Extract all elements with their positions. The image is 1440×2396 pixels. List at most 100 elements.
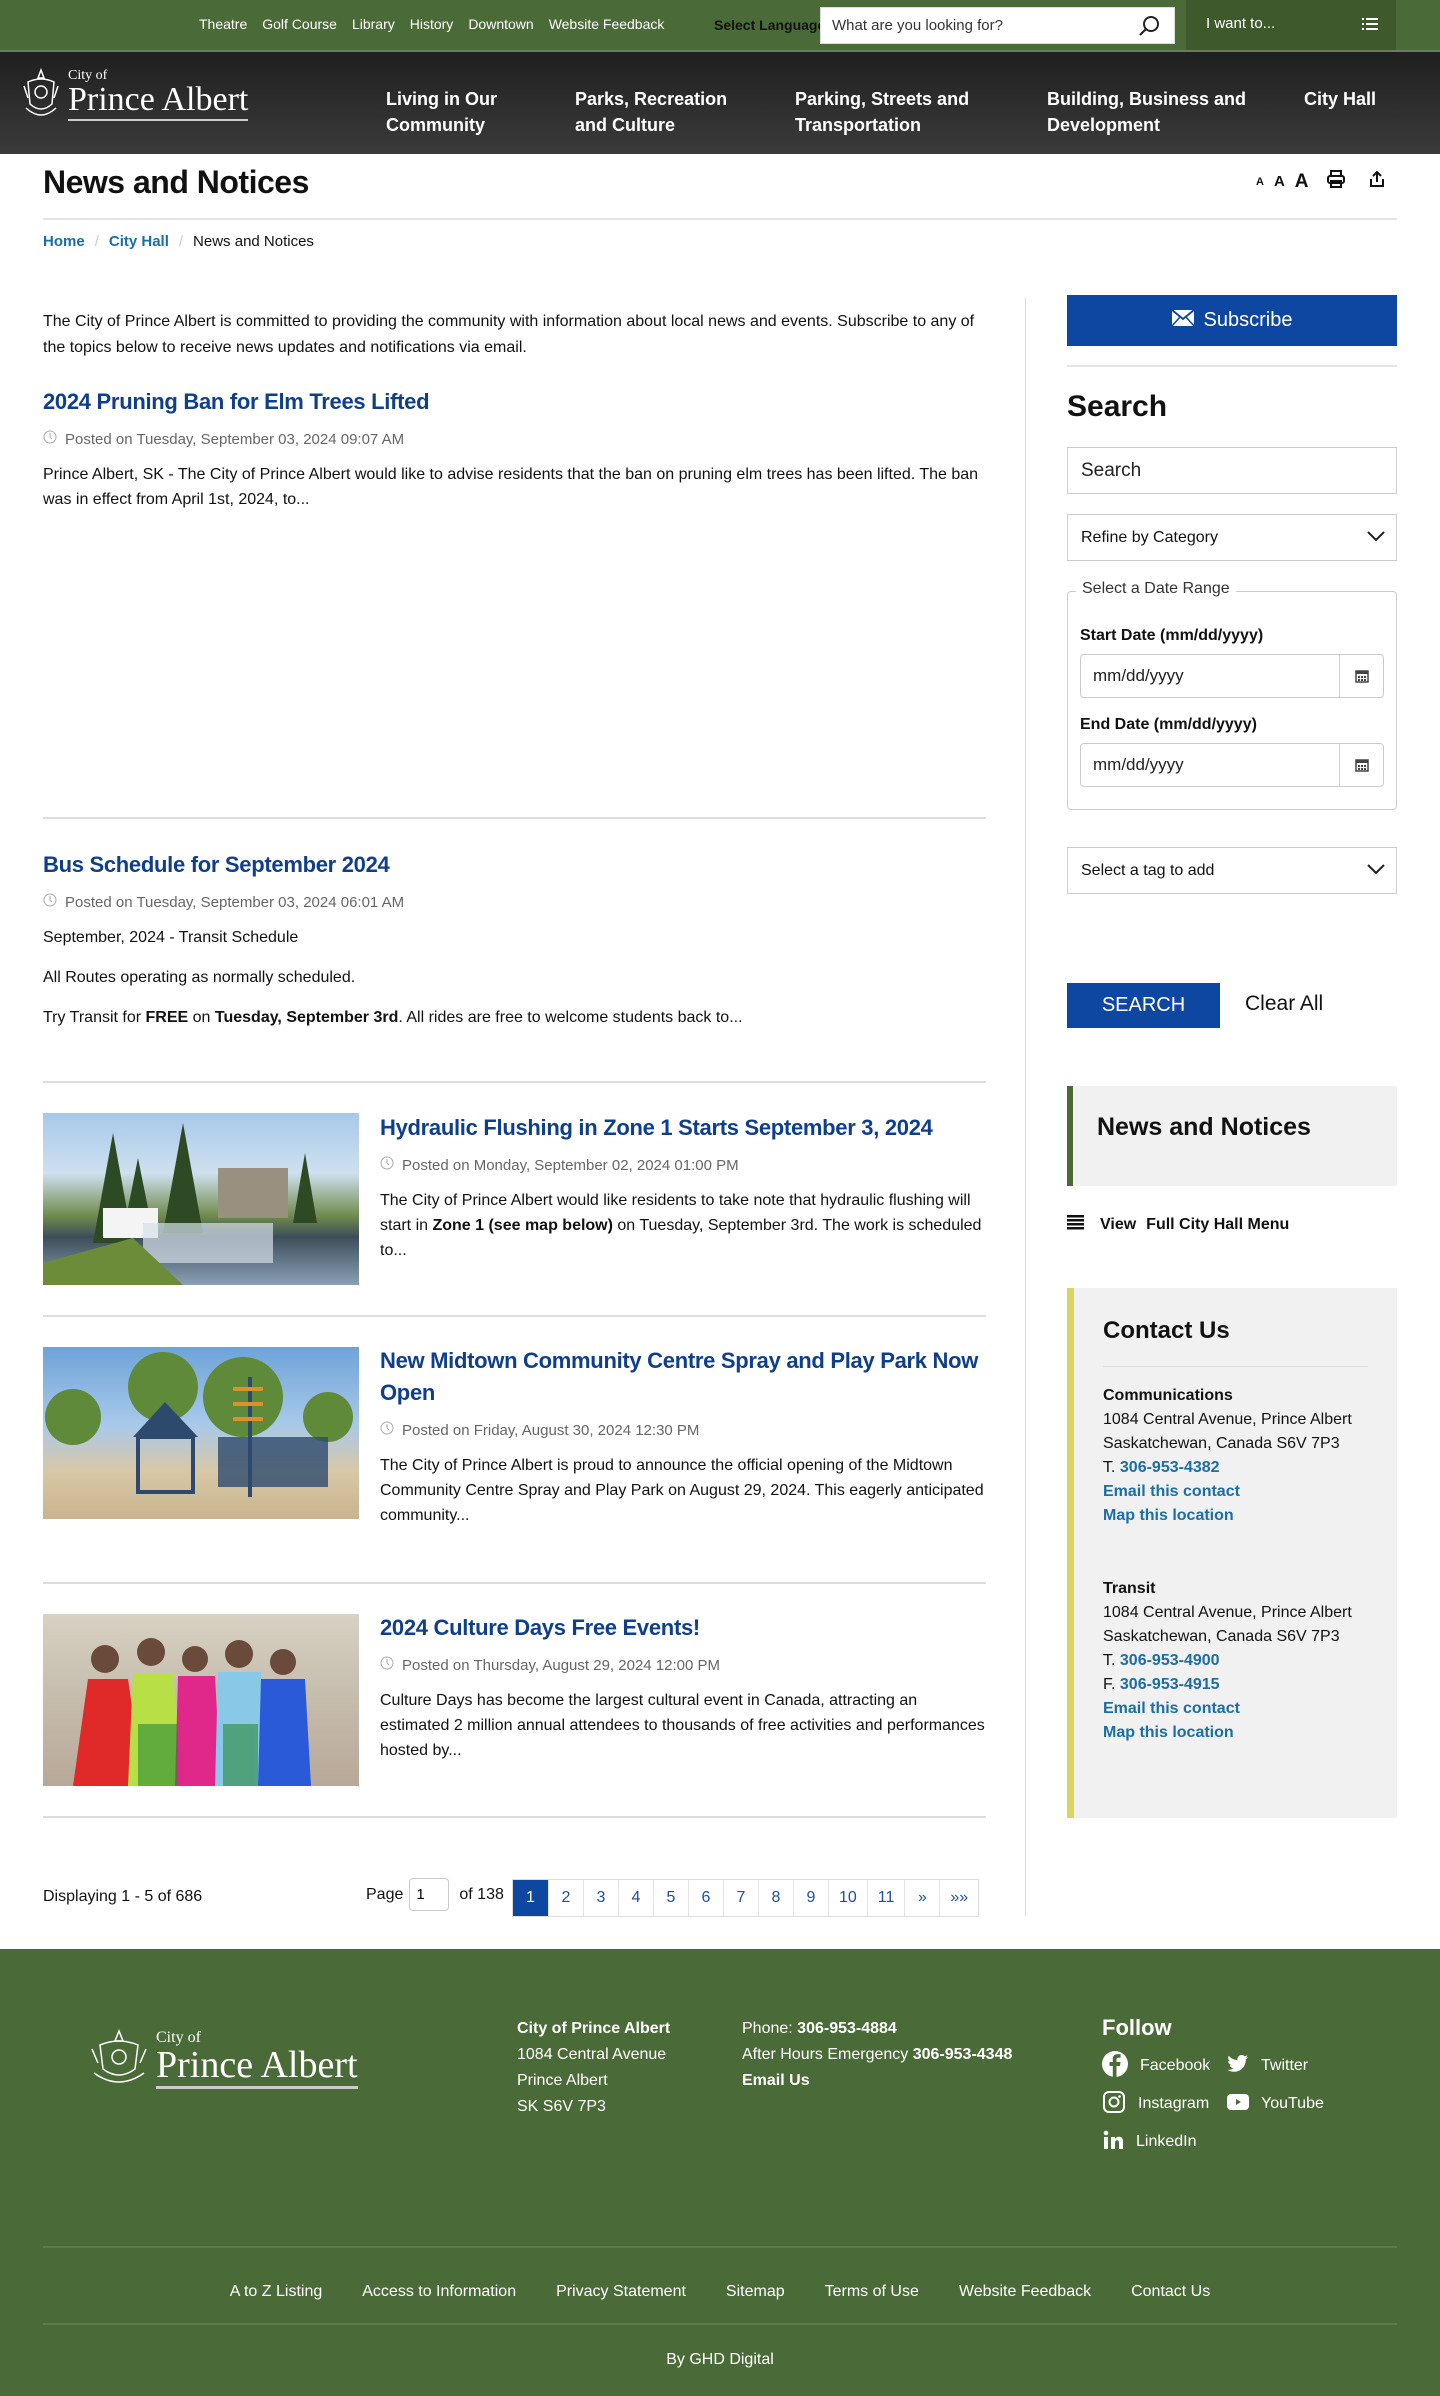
footer-phone[interactable]: 306-953-4884 [797,2020,897,2037]
utility-links: Theatre Golf Course Library History Down… [199,16,679,32]
utility-link-theatre[interactable]: Theatre [199,16,247,32]
contact-name: Communications [1103,1387,1233,1404]
text-size-large-button[interactable]: A [1295,171,1309,193]
breadcrumb-city-hall[interactable]: City Hall [109,233,169,250]
select-language[interactable]: Select Language [714,17,820,33]
footer-link-access-to-information[interactable]: Access to Information [362,2283,516,2301]
page-link[interactable]: 6 [688,1880,723,1916]
utility-link-history[interactable]: History [410,16,454,32]
search-submit-button[interactable]: SEARCH [1067,983,1220,1028]
news-item-summary-line: Try Transit for FREE on Tuesday, Septemb… [43,1009,743,1026]
city-crest-icon [22,67,60,122]
news-item-title[interactable]: New Midtown Community Centre Spray and P… [380,1348,978,1405]
contact-us-panel: Contact Us Communications 1084 Central A… [1067,1288,1397,1818]
utility-link-golf-course[interactable]: Golf Course [262,16,337,32]
search-icon[interactable] [1138,15,1160,42]
contact-email-link[interactable]: Email this contact [1103,1700,1240,1717]
social-youtube[interactable]: YouTube [1227,2091,1347,2117]
news-item-image[interactable] [43,1113,359,1285]
contact-map-link[interactable]: Map this location [1103,1507,1234,1524]
i-want-to-menu[interactable]: I want to... [1186,0,1396,50]
category-select[interactable]: Refine by Category [1067,514,1397,561]
news-item-image[interactable] [43,1614,359,1786]
utility-link-website-feedback[interactable]: Website Feedback [549,16,665,32]
news-item-title[interactable]: Bus Schedule for September 2024 [43,852,390,877]
footer-credit[interactable]: By GHD Digital [0,2351,1440,2369]
utility-link-downtown[interactable]: Downtown [468,16,533,32]
nav-city-hall[interactable]: City Hall [1291,86,1399,160]
social-linkedin[interactable]: LinkedIn [1102,2129,1227,2155]
text-size-medium-button[interactable]: A [1274,173,1285,190]
page-link[interactable]: 4 [618,1880,653,1916]
clock-icon [43,893,57,911]
section-nav-title[interactable]: News and Notices [1097,1113,1311,1142]
start-date-input[interactable] [1081,655,1331,697]
tag-select[interactable]: Select a tag to add [1067,847,1397,894]
contact-phone-link[interactable]: 306-953-4382 [1120,1459,1220,1476]
last-page-button[interactable]: »» [939,1880,978,1916]
news-item-image[interactable] [43,1347,359,1519]
footer-logo[interactable]: City of Prince Albert [88,2028,358,2089]
list-menu-icon [1362,17,1378,35]
page-link[interactable]: 11 [866,1880,905,1916]
page-link[interactable]: 7 [723,1880,758,1916]
page-link[interactable]: 9 [793,1880,828,1916]
next-page-button[interactable]: » [904,1880,939,1916]
instagram-icon [1102,2090,1126,2119]
social-twitter[interactable]: Twitter [1227,2053,1347,2079]
view-full-menu-link[interactable]: View Full City Hall Menu [1067,1215,1289,1235]
site-logo[interactable]: City of Prince Albert [22,67,249,122]
nav-living-in-our-community[interactable]: Living in Our Community [386,86,506,138]
nav-building-business-development[interactable]: Building, Business and Development [1047,86,1247,138]
subscribe-button[interactable]: Subscribe [1067,295,1397,346]
footer-link-a-to-z[interactable]: A to Z Listing [230,2283,323,2301]
footer-emergency-phone[interactable]: 306-953-4348 [913,2046,1013,2063]
footer-link-contact-us[interactable]: Contact Us [1131,2283,1210,2301]
print-icon[interactable] [1326,170,1345,193]
share-icon[interactable] [1369,170,1385,193]
news-item-title[interactable]: Hydraulic Flushing in Zone 1 Starts Sept… [380,1115,933,1140]
social-facebook[interactable]: Facebook [1102,2050,1227,2079]
calendar-icon[interactable] [1339,744,1383,786]
page-tools: A A A [1256,170,1385,193]
footer-link-sitemap[interactable]: Sitemap [726,2283,785,2301]
news-item: Hydraulic Flushing in Zone 1 Starts Sept… [380,1112,986,1278]
footer-link-website-feedback[interactable]: Website Feedback [959,2283,1091,2301]
footer-link-privacy-statement[interactable]: Privacy Statement [556,2283,686,2301]
footer-links: A to Z Listing Access to Information Pri… [0,2283,1440,2301]
end-date-field [1080,743,1384,787]
clear-all-button[interactable]: Clear All [1245,992,1323,1016]
contact-phone-link[interactable]: 306-953-4900 [1120,1652,1220,1669]
news-item-title[interactable]: 2024 Pruning Ban for Elm Trees Lifted [43,389,430,414]
contact-fax-link[interactable]: 306-953-4915 [1120,1676,1220,1693]
logo-name: Prince Albert [156,2046,358,2089]
text-size-small-button[interactable]: A [1256,176,1264,188]
contact-email-link[interactable]: Email this contact [1103,1483,1240,1500]
page-link[interactable]: 8 [758,1880,793,1916]
page-link-current[interactable]: 1 [513,1880,548,1916]
social-instagram[interactable]: Instagram [1102,2090,1227,2119]
page-link[interactable]: 2 [548,1880,583,1916]
breadcrumb: Home / City Hall / News and Notices [43,233,314,250]
news-divider [43,1081,986,1083]
footer-link-terms-of-use[interactable]: Terms of Use [825,2283,919,2301]
news-search-input[interactable] [1067,447,1397,494]
page-link[interactable]: 3 [583,1880,618,1916]
end-date-label: End Date (mm/dd/yyyy) [1080,716,1257,733]
page-link[interactable]: 10 [828,1880,867,1916]
nav-parks-recreation-culture[interactable]: Parks, Recreation and Culture [575,86,735,138]
footer-email-link[interactable]: Email Us [742,2072,810,2089]
news-item-date: Posted on Friday, August 30, 2024 12:30 … [402,1421,700,1439]
page-title: News and Notices [43,164,309,200]
end-date-input[interactable] [1081,744,1331,786]
nav-parking-streets-transportation[interactable]: Parking, Streets and Transportation [795,86,985,138]
page-number-input[interactable] [409,1878,450,1911]
calendar-icon[interactable] [1339,655,1383,697]
news-item-title[interactable]: 2024 Culture Days Free Events! [380,1615,700,1640]
contact-divider [1103,1366,1368,1367]
contact-map-link[interactable]: Map this location [1103,1724,1234,1741]
utility-link-library[interactable]: Library [352,16,395,32]
page-link[interactable]: 5 [653,1880,688,1916]
breadcrumb-home[interactable]: Home [43,233,85,250]
site-search-input[interactable] [821,8,1121,43]
